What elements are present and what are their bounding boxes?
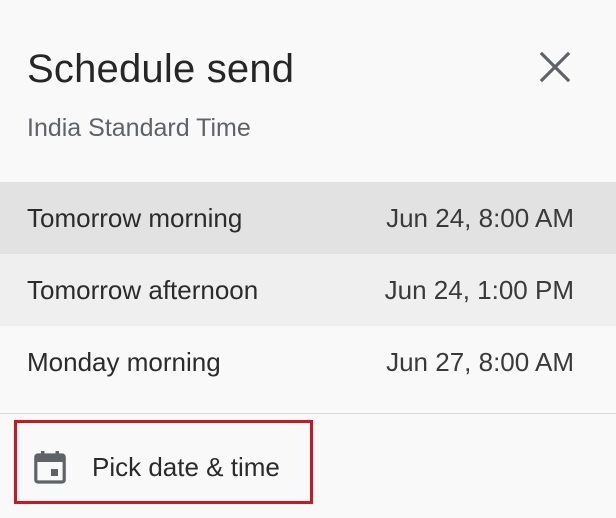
pick-date-time-label: Pick date & time — [92, 452, 280, 482]
divider — [0, 413, 616, 414]
option-tomorrow-morning[interactable]: Tomorrow morning Jun 24, 8:00 AM — [0, 182, 616, 254]
schedule-options-list: Tomorrow morning Jun 24, 8:00 AM Tomorro… — [0, 182, 616, 398]
option-time: Jun 24, 1:00 PM — [384, 275, 574, 305]
close-icon — [540, 52, 570, 82]
schedule-send-dialog: Schedule send India Standard Time Tomorr… — [0, 0, 616, 518]
pick-date-time-button[interactable]: Pick date & time — [14, 420, 313, 504]
calendar-icon — [34, 451, 66, 484]
option-monday-morning[interactable]: Monday morning Jun 27, 8:00 AM — [0, 326, 616, 398]
option-tomorrow-afternoon[interactable]: Tomorrow afternoon Jun 24, 1:00 PM — [0, 254, 616, 326]
option-label: Tomorrow afternoon — [27, 275, 259, 305]
option-label: Tomorrow morning — [27, 203, 243, 233]
dialog-title: Schedule send — [27, 47, 295, 91]
option-time: Jun 24, 8:00 AM — [386, 203, 574, 233]
option-time: Jun 27, 8:00 AM — [386, 347, 574, 377]
close-button[interactable] — [530, 44, 580, 90]
timezone-label: India Standard Time — [27, 114, 251, 142]
option-label: Monday morning — [27, 347, 221, 377]
